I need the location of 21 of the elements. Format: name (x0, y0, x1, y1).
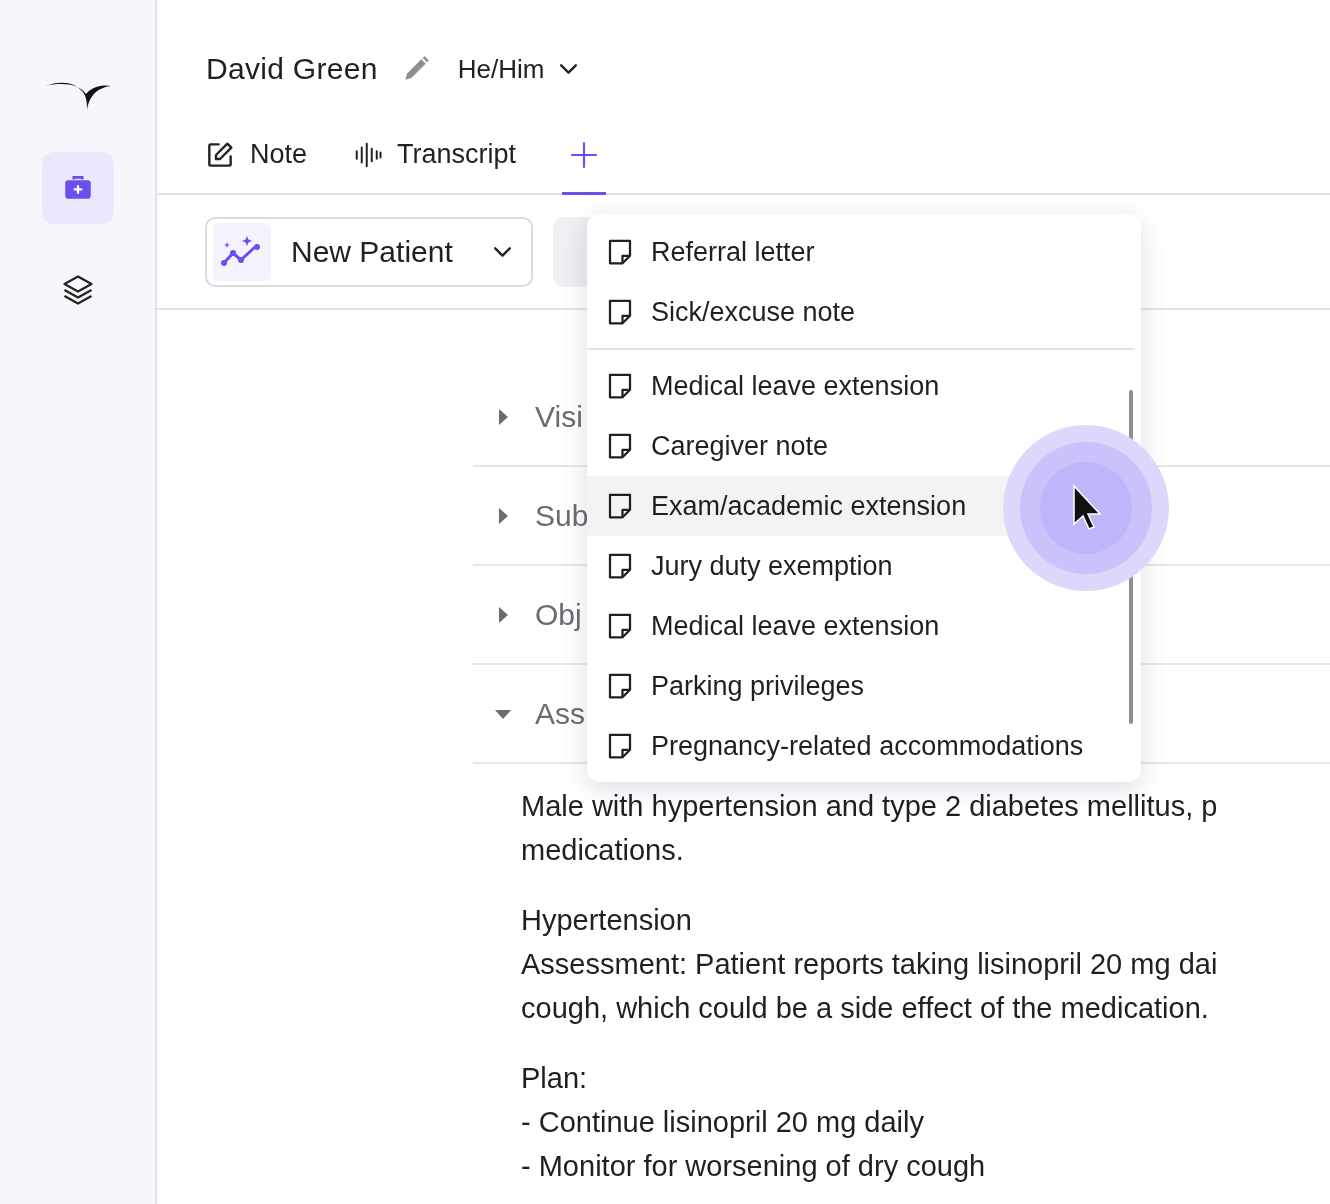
note-paragraph: Plan: - Continue lisinopril 20 mg daily - Monitor for worsening of dry cough (521, 1061, 987, 1184)
pronouns-dropdown[interactable]: He/Him (457, 53, 578, 85)
tab[interactable]: Note (204, 117, 308, 195)
template-dropdown[interactable]: New Patient (205, 216, 533, 287)
section-title: Obj (535, 597, 582, 632)
tab[interactable]: Transcript (353, 117, 517, 195)
menu-item[interactable]: Referral letter (587, 222, 1131, 282)
section-title: Visi (535, 399, 583, 434)
note-paragraph: Hypertension Assessment: Patient reports taking lisinopril 20 mg dai cough, which could be a side effect of the medication. (521, 903, 1219, 1026)
note-paragraph: Male with hypertension and type 2 diabetes mellitus, p medications. (521, 789, 1219, 868)
menu-item[interactable]: Pregnancy-related accommodations (587, 716, 1131, 776)
menu-item[interactable]: Sick/excuse note (587, 282, 1131, 342)
chevron-down-icon (560, 64, 578, 74)
section-title: Ass (535, 696, 585, 731)
sparkle-chart-icon (221, 234, 263, 269)
chevron-down-icon (494, 246, 511, 257)
menu-item[interactable]: Medical leave extension (587, 596, 1131, 656)
section-title: Sub (535, 498, 589, 533)
menu-item[interactable]: Medical leave extension (587, 356, 1131, 416)
patient-name: David Green (206, 52, 378, 86)
menu-item[interactable]: Parking privileges (587, 656, 1131, 716)
